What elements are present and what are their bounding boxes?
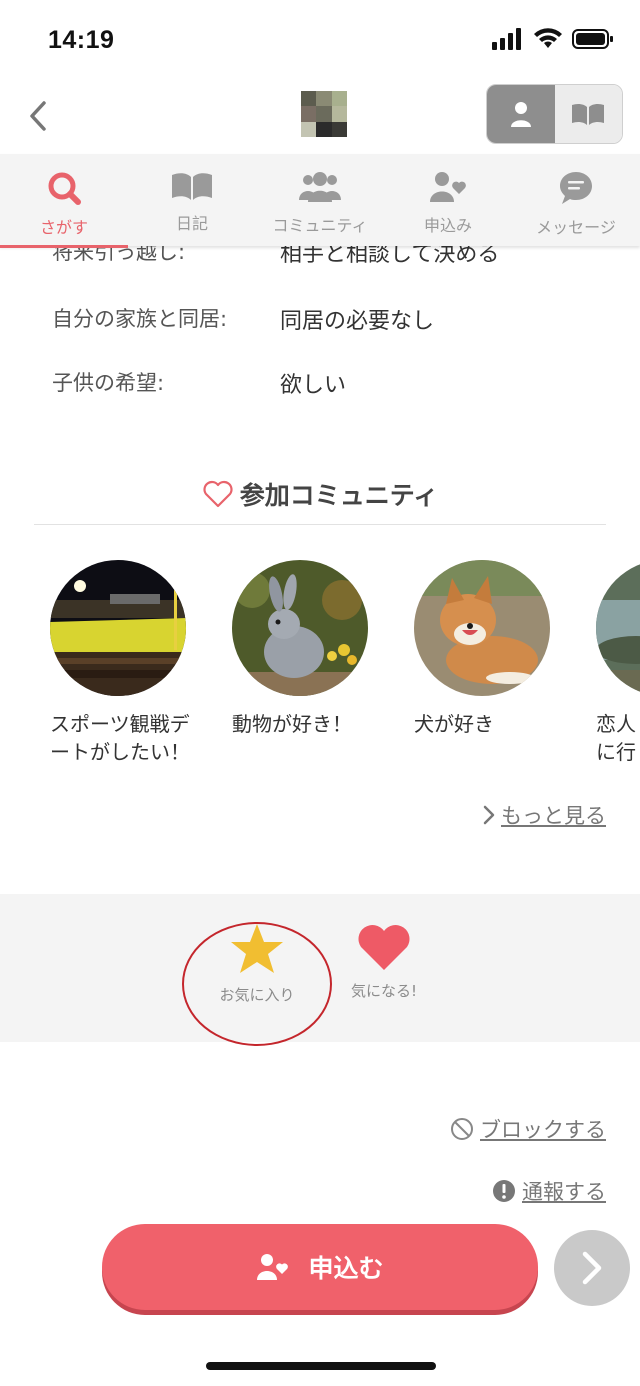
top-header — [0, 78, 640, 154]
block-icon — [451, 1118, 473, 1140]
report-link-label: 通報する — [522, 1180, 606, 1204]
tab-messages-label: メッセージ — [536, 218, 616, 237]
tab-community-label: コミュニティ — [272, 216, 368, 235]
tab-applications-label: 申込み — [423, 216, 472, 235]
heart-outline-icon — [203, 480, 233, 508]
view-toggle — [486, 84, 623, 144]
community-section-title: 参加コミュニティ — [0, 476, 640, 512]
chevron-right-icon — [483, 805, 495, 825]
more-link[interactable]: もっと見る — [483, 800, 606, 830]
tab-search[interactable]: さがす — [0, 154, 128, 248]
tab-messages[interactable]: メッセージ — [512, 154, 640, 246]
community-thumb-stadium — [50, 560, 186, 696]
person-icon — [510, 102, 531, 127]
profile-row-label: 自分の家族と同居: — [52, 307, 228, 331]
profile-row-value: 欲しい — [280, 373, 347, 398]
community-carousel: スポーツ観戦デートがしたい！ 動物が好き！ 犬が好き 恋人 に行 — [0, 560, 640, 780]
status-bar: 14:19 — [0, 0, 640, 78]
community-name: 犬が好き — [414, 712, 494, 736]
next-profile-button[interactable] — [554, 1230, 630, 1306]
book-icon — [172, 173, 212, 200]
community-item[interactable]: 犬が好き — [414, 560, 574, 738]
profile-row: 子供の希望: 欲しい — [52, 367, 346, 399]
like-button[interactable]: 気になる! — [340, 922, 428, 1001]
community-name: 動物が好き！ — [232, 712, 352, 736]
profile-row-label: 子供の希望: — [52, 371, 165, 395]
community-item[interactable]: 動物が好き！ — [232, 560, 392, 738]
alert-icon — [493, 1180, 515, 1202]
chevron-left-icon — [30, 101, 46, 131]
chat-icon — [560, 172, 592, 204]
wifi-icon — [534, 28, 562, 48]
profile-row: 自分の家族と同居: 同居の必要なし — [52, 303, 434, 335]
community-name: 恋人 に行 — [596, 710, 640, 766]
group-icon — [299, 172, 341, 202]
tab-applications[interactable]: 申込み — [384, 154, 512, 246]
community-item[interactable]: 恋人 に行 — [596, 560, 640, 766]
apply-button[interactable]: 申込む — [102, 1224, 538, 1310]
community-thumb-dog — [414, 560, 550, 696]
tab-diary[interactable]: 日記 — [128, 154, 256, 246]
diary-view-button[interactable] — [554, 85, 622, 143]
tab-search-label: さがす — [39, 218, 88, 237]
community-name: スポーツ観戦デートがしたい！ — [50, 712, 190, 764]
user-heart-icon — [430, 172, 466, 202]
tab-community[interactable]: コミュニティ — [256, 154, 384, 246]
book-icon — [572, 103, 605, 125]
block-link-label: ブロックする — [480, 1118, 606, 1142]
user-heart-icon — [257, 1254, 289, 1280]
highlight-annotation-circle — [182, 922, 332, 1046]
tab-diary-label: 日記 — [175, 214, 208, 233]
heart-icon — [358, 924, 410, 970]
chevron-right-icon — [582, 1251, 602, 1285]
main-nav-tabs: さがす 日記 コミュニティ 申込み メッセージ — [0, 154, 640, 248]
status-icons — [492, 28, 614, 50]
battery-icon — [572, 29, 613, 49]
apply-button-label: 申込む — [308, 1254, 384, 1283]
block-link[interactable]: ブロックする — [450, 1114, 606, 1144]
signal-icon — [492, 28, 521, 50]
profile-view-button[interactable] — [487, 85, 555, 143]
community-section-title-text: 参加コミュニティ — [239, 481, 439, 510]
community-item[interactable]: スポーツ観戦デートがしたい！ — [50, 560, 210, 766]
divider — [34, 524, 606, 525]
community-name-line: に行 — [596, 740, 636, 764]
search-icon — [48, 172, 81, 205]
community-thumb-river — [596, 560, 640, 696]
profile-row-value: 同居の必要なし — [280, 309, 435, 334]
status-time: 14:19 — [48, 26, 115, 54]
more-link-label: もっと見る — [501, 804, 606, 828]
home-indicator — [206, 1362, 436, 1370]
like-button-label: 気になる! — [350, 982, 417, 1000]
community-thumb-rabbit — [232, 560, 368, 696]
back-button[interactable] — [18, 92, 58, 140]
community-name-line: 恋人 — [596, 712, 636, 736]
profile-avatar-mosaic[interactable] — [301, 91, 347, 137]
report-link[interactable]: 通報する — [492, 1176, 606, 1206]
